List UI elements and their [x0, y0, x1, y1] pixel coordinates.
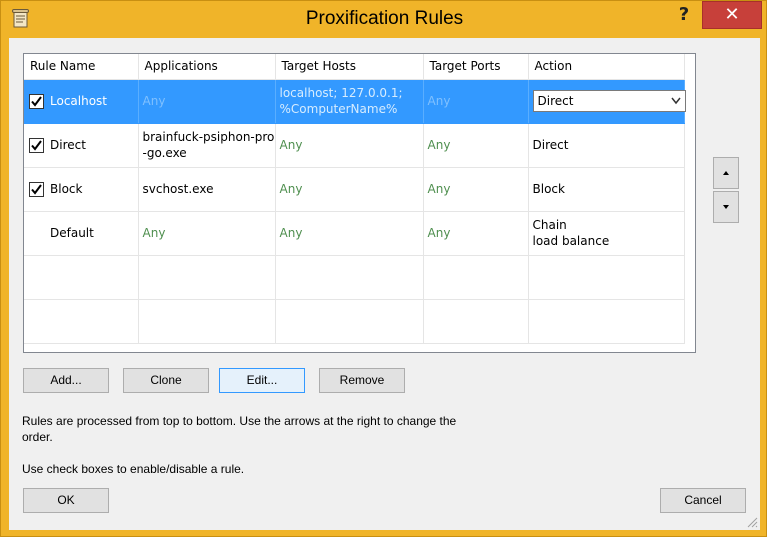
target-ports-cell: Any [423, 79, 529, 124]
applications-cell: Any [138, 211, 276, 256]
column-header-applications[interactable]: Applications [138, 54, 276, 80]
add-button[interactable]: Add... [23, 368, 109, 393]
empty-row [24, 255, 685, 300]
target-hosts-cell: localhost; 127.0.0.1; %ComputerName% [275, 79, 424, 124]
dialog-client-area: Rule Name Applications Target Hosts Targ… [9, 38, 760, 530]
action-cell: Chain load balance [528, 211, 685, 256]
checkmark-icon [31, 183, 42, 195]
edit-button[interactable]: Edit... [219, 368, 305, 393]
hosts-line: localhost; 127.0.0.1; [279, 86, 403, 100]
applications-line: brainfuck-psiphon-pro [142, 130, 275, 144]
close-button[interactable]: ✕ [702, 1, 762, 29]
info-text: Rules are processed from top to bottom. … [22, 413, 456, 445]
target-ports-cell: Any [423, 123, 529, 168]
ports-value: Any [427, 182, 451, 196]
proxification-rules-window: Proxification Rules ? ✕ Rule Name Applic… [0, 0, 767, 537]
applications-value: Any [142, 94, 166, 108]
remove-button[interactable]: Remove [319, 368, 405, 393]
clone-button[interactable]: Clone [123, 368, 209, 393]
target-hosts-cell: Any [275, 123, 424, 168]
applications-cell: brainfuck-psiphon-pro -go.exe [138, 123, 276, 168]
action-dropdown-value: Direct [537, 94, 574, 108]
rule-name: Block [50, 182, 83, 196]
info-text-checkboxes: Use check boxes to enable/disable a rule… [22, 462, 245, 476]
checkmark-icon [31, 95, 42, 107]
title-bar[interactable]: Proxification Rules ? ✕ [1, 1, 767, 38]
move-down-button[interactable] [713, 191, 739, 223]
checkmark-icon [31, 139, 42, 151]
help-button[interactable]: ? [669, 3, 699, 29]
applications-cell: svchost.exe [138, 167, 276, 212]
rule-enabled-checkbox[interactable] [29, 137, 44, 153]
target-ports-cell: Any [423, 211, 529, 256]
table-row[interactable]: Localhost Any localhost; 127.0.0.1; %Com… [24, 79, 686, 124]
hosts-value: Any [279, 138, 303, 152]
action-cell: Direct [528, 123, 685, 168]
applications-value: svchost.exe [142, 182, 214, 196]
info-line: Rules are processed from top to bottom. … [22, 414, 457, 428]
resize-grip-icon[interactable] [746, 516, 758, 528]
empty-row [24, 299, 685, 344]
ports-value: Any [427, 226, 451, 240]
table-row[interactable]: Direct brainfuck-psiphon-pro -go.exe Any… [24, 123, 685, 168]
column-header-target-ports[interactable]: Target Ports [423, 54, 529, 80]
hosts-line: %ComputerName% [279, 102, 398, 116]
rule-name-cell: Default [24, 211, 139, 256]
rule-name-cell: Block [24, 167, 139, 212]
rule-name-cell: Direct [24, 123, 139, 168]
applications-cell: Any [138, 79, 276, 124]
applications-line: -go.exe [142, 146, 187, 160]
move-up-button[interactable] [713, 157, 739, 189]
window-title: Proxification Rules [305, 8, 464, 29]
rule-name: Localhost [50, 94, 108, 108]
ports-value: Any [427, 138, 451, 152]
target-hosts-cell: Any [275, 167, 424, 212]
triangle-down-icon [723, 205, 729, 209]
triangle-up-icon [723, 171, 729, 175]
grid-header-row: Rule Name Applications Target Hosts Targ… [24, 54, 685, 80]
target-hosts-cell: Any [275, 211, 424, 256]
table-row[interactable]: Default Any Any Any Chain load balance [24, 211, 685, 256]
cancel-button[interactable]: Cancel [660, 488, 746, 513]
column-header-target-hosts[interactable]: Target Hosts [275, 54, 424, 80]
table-row[interactable]: Block svchost.exe Any Any Block [24, 167, 685, 212]
chevron-down-icon [670, 97, 681, 105]
ports-value: Any [427, 94, 451, 108]
action-value: Block [532, 182, 565, 196]
rule-name-cell: Localhost [24, 79, 139, 124]
rule-name: Direct [50, 138, 86, 152]
hosts-value: Any [279, 226, 303, 240]
action-line: Chain [532, 218, 567, 232]
column-header-rule-name[interactable]: Rule Name [24, 54, 139, 80]
hosts-value: Any [279, 182, 303, 196]
action-cell: Block [528, 167, 685, 212]
rules-grid[interactable]: Rule Name Applications Target Hosts Targ… [23, 53, 696, 353]
action-dropdown[interactable]: Direct [532, 90, 686, 112]
rule-enabled-checkbox[interactable] [29, 181, 44, 197]
rule-name: Default [50, 226, 94, 240]
action-value: Direct [532, 138, 569, 152]
ok-button[interactable]: OK [23, 488, 109, 513]
action-line: load balance [532, 234, 610, 248]
action-cell: Direct [528, 79, 686, 124]
column-header-action[interactable]: Action [528, 54, 685, 80]
target-ports-cell: Any [423, 167, 529, 212]
info-line: order. [22, 430, 53, 444]
applications-value: Any [142, 226, 166, 240]
rule-enabled-checkbox[interactable] [29, 93, 44, 109]
